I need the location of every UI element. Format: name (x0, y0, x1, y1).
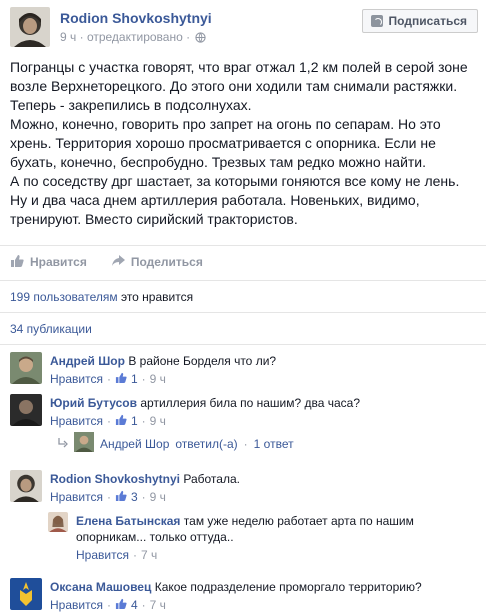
meta-separator: · (141, 598, 146, 612)
author-name[interactable]: Rodion Shovkoshytnyi (60, 10, 212, 26)
post-line: А по соседству дрг шастает, за которыми … (10, 173, 460, 189)
commenter-avatar[interactable] (10, 352, 42, 384)
comment-time[interactable]: 9 ч (150, 489, 166, 505)
commenter-name[interactable]: Юрий Бутусов (50, 396, 137, 410)
post-line: Погранцы с участка говорят, что враг отж… (10, 59, 468, 75)
shares-link[interactable]: 34 публикации (10, 322, 92, 336)
meta-separator: · (243, 436, 248, 451)
author-avatar[interactable] (10, 7, 50, 47)
likes-suffix: это нравится (120, 290, 194, 304)
comment-like-button[interactable]: Нравится (50, 597, 103, 613)
post-text: Погранцы с участка говорят, что враг отж… (10, 58, 480, 229)
thumbs-up-icon (10, 254, 24, 270)
meta-separator: · (106, 372, 111, 386)
comment-meta: Нравится · 1 · 9 ч (50, 413, 480, 429)
comment-like-count[interactable]: 4 (131, 597, 138, 613)
likes-count-link[interactable]: 199 пользователям (10, 290, 118, 304)
post-line: хрень. Территория хорошо просматривается… (10, 135, 436, 151)
comment-meta: Нравится · 4 · 7 ч (50, 597, 480, 613)
reply-arrow-icon (58, 437, 68, 451)
comment-like-count[interactable]: 1 (131, 371, 138, 387)
comment-meta: Нравится · 3 · 9 ч (50, 489, 480, 505)
comment-body: Елена Батынская там уже неделю работает … (76, 513, 486, 563)
meta-separator: · (141, 372, 146, 386)
reply-count: 1 ответ (253, 436, 294, 451)
likes-summary: 199 пользователям это нравится (10, 290, 193, 304)
comment-text-continued: опорникам... только оттуда.. (76, 530, 234, 544)
post-line: тренируют. Вместо сирийский трактористов… (10, 211, 298, 227)
comment-like-button[interactable]: Нравится (76, 547, 129, 563)
comment-time[interactable]: 7 ч (150, 597, 166, 613)
reply-avatar[interactable] (48, 512, 68, 532)
meta-separator: · (141, 414, 146, 428)
comment-time[interactable]: 9 ч (150, 371, 166, 387)
post-time[interactable]: 9 ч (60, 30, 76, 44)
comment-body: Rodion Shovkoshytnyi Работала. Нравится … (50, 471, 480, 505)
post-line: Можно, конечно, говорить про запрет на о… (10, 116, 441, 132)
comment-time[interactable]: 7 ч (141, 547, 157, 563)
commenter-avatar[interactable] (10, 470, 42, 502)
rss-icon (370, 15, 383, 27)
comment-body: Андрей Шор В районе Борделя что ли? Нрав… (50, 353, 480, 387)
meta-separator: · (106, 598, 111, 612)
like-label: Нравится (30, 255, 87, 269)
comment-text: В районе Борделя что ли? (128, 354, 277, 368)
meta-separator: · (141, 490, 146, 504)
edited-label[interactable]: · отредактировано · (80, 30, 190, 44)
thumbs-up-icon (115, 371, 127, 387)
thumbs-up-icon (115, 489, 127, 505)
post-line: Ну и два часа днем артиллерия работала. … (10, 192, 420, 208)
commenter-avatar[interactable] (10, 394, 42, 426)
comment-text: артиллерия била по нашим? два часа? (140, 396, 361, 410)
meta-separator: · (106, 490, 111, 504)
share-action[interactable]: Поделиться (111, 252, 203, 272)
post-header: Rodion Shovkoshytnyi 9 ч · отредактирова… (10, 7, 478, 51)
post-line: Теперь - закрепились в подсолнухах. (10, 97, 252, 113)
divider (0, 280, 486, 281)
replies-summary[interactable]: Андрей Шор ответил(-а) · 1 ответ (58, 432, 294, 455)
commenter-name[interactable]: Андрей Шор (50, 354, 125, 368)
comment-like-count[interactable]: 1 (131, 413, 138, 429)
follow-label: Подписаться (388, 14, 467, 28)
follow-button[interactable]: Подписаться (361, 9, 478, 33)
comment-text: там уже неделю работает арта по нашим (183, 514, 414, 528)
thumbs-up-icon (115, 597, 127, 613)
comment-like-button[interactable]: Нравится (50, 489, 103, 505)
comment-time[interactable]: 9 ч (150, 413, 166, 429)
reply-avatar (74, 432, 94, 455)
meta-separator: · (106, 414, 111, 428)
share-arrow-icon (111, 254, 125, 270)
divider (0, 245, 486, 246)
reply-author: Андрей Шор (100, 436, 170, 451)
thumbs-up-icon (115, 413, 127, 429)
divider (0, 344, 486, 345)
comment-text: Работала. (183, 472, 240, 486)
commenter-name[interactable]: Елена Батынская (76, 514, 180, 528)
comment-text: Какое подразделение проморгало территори… (154, 580, 422, 594)
share-label: Поделиться (130, 255, 203, 269)
post-meta: 9 ч · отредактировано · (60, 30, 207, 46)
comment-body: Юрий Бутусов артиллерия била по нашим? д… (50, 395, 480, 429)
comment-like-button[interactable]: Нравится (50, 371, 103, 387)
divider (0, 312, 486, 313)
post-line: бухать, конечно, беспробудно. Трезвых та… (10, 154, 427, 170)
comment-meta: Нравится · 1 · 9 ч (50, 371, 480, 387)
commenter-avatar[interactable] (10, 578, 42, 610)
reply-action: ответил(-а) (175, 436, 238, 451)
like-action[interactable]: Нравится (10, 252, 87, 272)
commenter-name[interactable]: Rodion Shovkoshytnyi (50, 472, 180, 486)
globe-icon (195, 32, 207, 46)
comment-like-button[interactable]: Нравится (50, 413, 103, 429)
commenter-name[interactable]: Оксана Машовец (50, 580, 151, 594)
post-actions: Нравится Поделиться (10, 252, 203, 272)
comment-body: Оксана Машовец Какое подразделение промо… (50, 579, 480, 613)
post-line: возле Верхнеторецкого. До этого они ходи… (10, 78, 458, 94)
meta-separator: · (132, 548, 137, 562)
comment-like-count[interactable]: 3 (131, 489, 138, 505)
comment-meta: Нравится · 7 ч (76, 547, 486, 563)
